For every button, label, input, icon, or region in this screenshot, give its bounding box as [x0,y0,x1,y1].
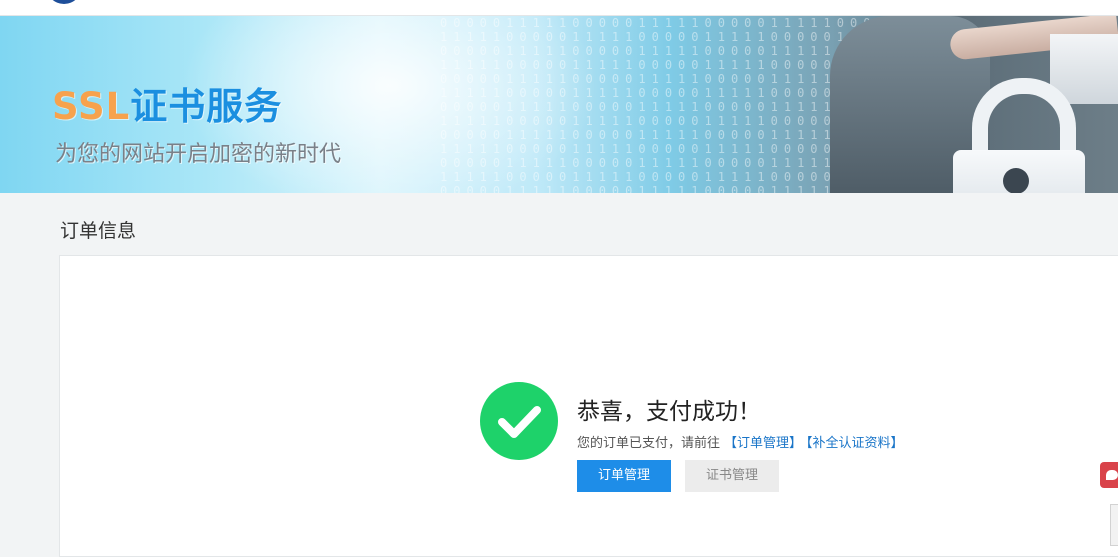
keyhole-slot [1011,184,1021,193]
order-manage-button[interactable]: 订单管理 [577,460,671,492]
top-header [0,0,1118,16]
banner-title-latin: SSL [52,85,131,128]
chat-bubble-icon [1106,470,1118,480]
cert-manage-button[interactable]: 证书管理 [685,460,779,492]
success-message: 您的订单已支付，请前往 【订单管理】 【补全认证资料】 [577,432,904,451]
banner-title-cn: 证书服务 [130,85,283,128]
complete-info-link[interactable]: 【补全认证资料】 [806,436,904,451]
success-message-text: 您的订单已支付，请前往 [577,436,721,451]
section-title: 订单信息 [60,220,137,242]
banner-title: SSL证书服务 [52,76,282,130]
ssl-banner: 0000011111000001111100000111110000011111… [0,16,1118,193]
banner-subtitle: 为您的网站开启加密的新时代 [55,142,342,167]
side-float-tab[interactable] [1110,504,1118,546]
order-manage-link[interactable]: 【订单管理】 [724,436,802,451]
check-circle-icon [480,382,558,460]
success-title: 恭喜，支付成功！ [577,399,761,425]
online-chat-icon[interactable] [1100,462,1118,488]
site-logo[interactable] [46,0,82,4]
